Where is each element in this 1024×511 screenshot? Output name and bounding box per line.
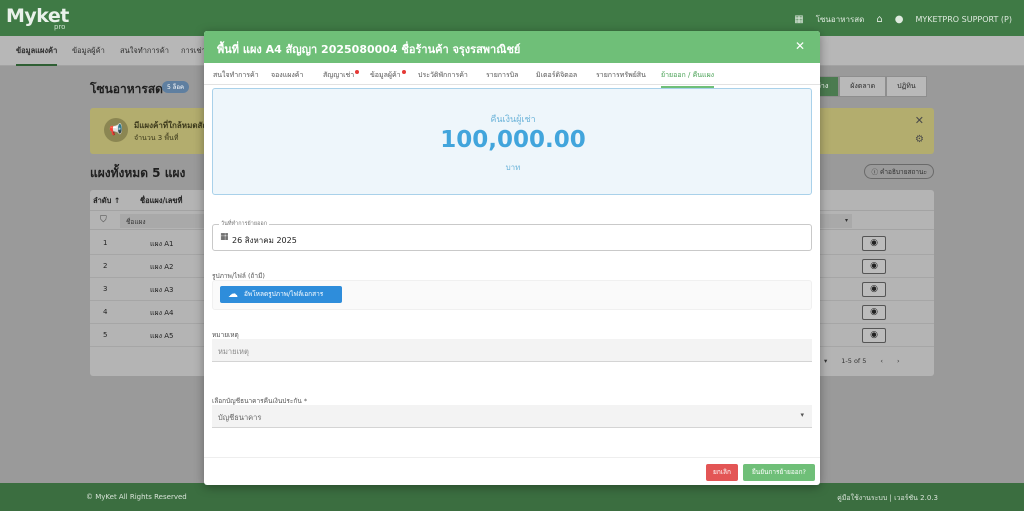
page-range: 1-5 of 5 bbox=[841, 357, 867, 365]
refund-card: คืนเงินผู้เช่า 100,000.00 บาท bbox=[212, 88, 812, 195]
tab-move-out[interactable]: ย้ายออก / คืนแผง bbox=[661, 70, 715, 88]
row-index: 1 bbox=[103, 239, 108, 247]
row-index: 2 bbox=[103, 262, 108, 270]
date-value: 26 สิงหาคม 2025 bbox=[232, 236, 297, 245]
person-icon: ● bbox=[894, 14, 904, 25]
bank-select-value: บัญชีธนาคาร bbox=[218, 413, 262, 422]
tab-label: รายการทรัพย์สิน bbox=[596, 71, 646, 79]
row-name: แผง A2 bbox=[150, 263, 174, 271]
tab-label: ย้ายออก / คืนแผง bbox=[661, 71, 715, 79]
dialog-footer: ยกเลิก ยืนยันการย้ายออก? bbox=[204, 457, 820, 485]
row-name: แผง A3 bbox=[150, 286, 174, 294]
dialog-header: พื้นที่ แผง A4 สัญญา 2025080004 ชื่อร้าน… bbox=[204, 31, 820, 63]
refund-label: คืนเงินผู้เช่า bbox=[490, 115, 536, 125]
tab-interest[interactable]: สนใจทำการค้า bbox=[213, 70, 259, 81]
calendar-icon[interactable]: ▦ bbox=[220, 232, 229, 242]
tab-label: จองแผงค้า bbox=[271, 71, 304, 79]
filter-icon: ⛉ bbox=[100, 215, 107, 225]
note-input[interactable]: หมายเหตุ bbox=[212, 339, 812, 362]
store-selector[interactable]: โซนอาหารสด bbox=[816, 13, 865, 26]
subnav-tab-interest[interactable]: สนใจทำการค้า bbox=[120, 45, 169, 57]
zone-title: โซนอาหารสด bbox=[90, 82, 163, 96]
bank-account-select[interactable]: บัญชีธนาคาร ▾ bbox=[212, 405, 812, 428]
dialog-title: พื้นที่ แผง A4 สัญญา 2025080004 ชื่อร้าน… bbox=[217, 43, 521, 56]
segment-calendar[interactable]: ปฏิทิน bbox=[886, 76, 927, 97]
tab-label: ข้อมูลผู้ค้า bbox=[370, 71, 401, 79]
name-filter-input[interactable]: ชื่อแผง bbox=[120, 214, 210, 228]
megaphone-icon: 📢 bbox=[104, 118, 128, 142]
segment-map[interactable]: ผังตลาด bbox=[839, 76, 887, 97]
refund-amount: 100,000.00 bbox=[440, 127, 586, 153]
home-icon[interactable]: ⌂ bbox=[876, 14, 882, 25]
eye-icon[interactable]: ◉ bbox=[862, 236, 886, 251]
subnav-tab-rent[interactable]: การเช่า bbox=[181, 45, 206, 57]
pagination: ▾ 1-5 of 5 ‹ › bbox=[824, 357, 900, 365]
alert-dot bbox=[355, 70, 360, 74]
tab-label: สัญญาเช่า bbox=[323, 71, 355, 79]
tab-label: สนใจทำการค้า bbox=[213, 71, 259, 79]
notice-subtitle: จำนวน 3 พื้นที่ bbox=[134, 134, 179, 142]
prev-page-icon[interactable]: ‹ bbox=[880, 357, 883, 365]
tab-label: รายการบิล bbox=[486, 71, 519, 79]
status-filter-select[interactable]: ▾ bbox=[818, 214, 852, 228]
tab-booking[interactable]: จองแผงค้า bbox=[271, 70, 303, 81]
tab-digital-meter[interactable]: มิเตอร์ดิจิตอล bbox=[536, 70, 577, 81]
date-field-label: วันที่ทำการย้ายออก bbox=[219, 220, 270, 228]
status-legend-label: คำอธิบายสถานะ bbox=[880, 168, 927, 176]
tab-label: มิเตอร์ดิจิตอล bbox=[536, 71, 578, 79]
user-menu[interactable]: MYKETPRO SUPPORT (P) bbox=[915, 15, 1012, 24]
close-icon[interactable]: ✕ bbox=[915, 114, 924, 127]
top-right-menu: ▦ โซนอาหารสด ⌂ ● MYKETPRO SUPPORT (P) bbox=[794, 13, 1012, 26]
store-icon: ▦ bbox=[794, 14, 804, 25]
dialog-tabs: สนใจทำการค้า จองแผงค้า สัญญาเช่า ข้อมูลผ… bbox=[204, 63, 820, 88]
tab-contract[interactable]: สัญญาเช่า bbox=[323, 70, 360, 81]
cloud-upload-icon: ☁ bbox=[228, 289, 238, 300]
tab-vendor-info[interactable]: ข้อมูลผู้ค้า bbox=[370, 70, 406, 81]
tab-suspension-history[interactable]: ประวัติพักการค้า bbox=[418, 70, 468, 81]
column-order[interactable]: ลำดับ ↑ bbox=[93, 195, 120, 207]
copyright: © MyKet All Rights Reserved bbox=[86, 493, 187, 501]
app-logo-sub: pro bbox=[54, 23, 66, 31]
eye-icon[interactable]: ◉ bbox=[862, 282, 886, 297]
status-legend-button[interactable]: ⓘ คำอธิบายสถานะ bbox=[864, 164, 934, 179]
eye-icon[interactable]: ◉ bbox=[862, 259, 886, 274]
rows-per-page-caret[interactable]: ▾ bbox=[824, 357, 827, 365]
subnav-tab-vendors[interactable]: ข้อมูลผู้ค้า bbox=[72, 45, 105, 57]
view-segment: ว่าง ผังตลาด ปฏิทิน bbox=[806, 76, 927, 97]
confirm-move-out-button[interactable]: ยืนยันการย้ายออก? bbox=[743, 464, 815, 481]
row-index: 3 bbox=[103, 285, 108, 293]
cancel-button[interactable]: ยกเลิก bbox=[706, 464, 738, 481]
row-name: แผง A5 bbox=[150, 332, 174, 340]
manual-version-link[interactable]: คู่มือใช้งานระบบ | เวอร์ชัน 2.0.3 bbox=[837, 493, 938, 504]
eye-icon[interactable]: ◉ bbox=[862, 305, 886, 320]
eye-icon[interactable]: ◉ bbox=[862, 328, 886, 343]
next-page-icon[interactable]: › bbox=[897, 357, 900, 365]
tab-assets[interactable]: รายการทรัพย์สิน bbox=[596, 70, 646, 81]
move-out-dialog: พื้นที่ แผง A4 สัญญา 2025080004 ชื่อร้าน… bbox=[204, 31, 820, 485]
upload-button[interactable]: ☁ อัพโหลดรูปภาพ/ไฟล์เอกสาร bbox=[220, 286, 342, 303]
upload-button-label: อัพโหลดรูปภาพ/ไฟล์เอกสาร bbox=[244, 290, 324, 298]
alert-dot bbox=[401, 70, 406, 74]
row-name: แผง A1 bbox=[150, 240, 174, 248]
close-icon[interactable]: ✕ bbox=[795, 39, 805, 53]
row-index: 4 bbox=[103, 308, 108, 316]
gear-icon[interactable]: ⚙ bbox=[915, 134, 924, 145]
stall-count-title: แผงทั้งหมด 5 แผง bbox=[90, 166, 186, 180]
subnav-tab-stalls[interactable]: ข้อมูลแผงค้า bbox=[16, 45, 58, 66]
tab-bills[interactable]: รายการบิล bbox=[486, 70, 518, 81]
column-name[interactable]: ชื่อแผง/เลขที่ bbox=[140, 195, 182, 207]
upload-area: ☁ อัพโหลดรูปภาพ/ไฟล์เอกสาร bbox=[212, 280, 812, 310]
move-out-date-field[interactable]: วันที่ทำการย้ายออก ▦ 26 สิงหาคม 2025 bbox=[212, 220, 812, 251]
row-name: แผง A4 bbox=[150, 309, 174, 317]
footer: © MyKet All Rights Reserved คู่มือใช้งาน… bbox=[0, 483, 1024, 511]
row-index: 5 bbox=[103, 331, 108, 339]
zone-badge: 5 ล็อค bbox=[162, 81, 190, 93]
chevron-down-icon: ▾ bbox=[800, 411, 804, 419]
refund-unit: บาท bbox=[505, 163, 521, 172]
tab-label: ประวัติพักการค้า bbox=[418, 71, 468, 79]
